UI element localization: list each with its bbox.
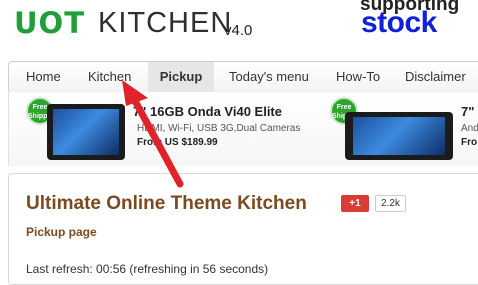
nav-home[interactable]: Home xyxy=(17,62,70,92)
refresh-status: Last refresh: 00:56 (refreshing in 56 se… xyxy=(26,262,269,276)
google-plus-count: 2.2k xyxy=(375,195,406,212)
tablet-image-2 xyxy=(345,112,453,160)
main-nav: Home Kitchen Pickup Today's menu How-To … xyxy=(8,61,478,93)
product1-price: From US $189.99 xyxy=(137,137,218,148)
product1-desc: HDMI, Wi-Fi, USB 3G,Dual Cameras xyxy=(137,123,301,134)
tablet-image-1 xyxy=(47,104,125,160)
page-subtitle: Pickup page xyxy=(26,225,97,239)
product2-title: 7" xyxy=(461,104,475,119)
nav-todays-menu[interactable]: Today's menu xyxy=(220,62,318,92)
nav-how-to[interactable]: How-To xyxy=(327,62,389,92)
ad-stock-text: stock xyxy=(361,6,437,39)
logo-kitchen-text: KITCHEN xyxy=(98,7,233,39)
nav-disclaimer[interactable]: Disclaimer xyxy=(396,62,475,92)
nav-pickup[interactable]: Pickup xyxy=(148,62,214,92)
logo-uot-text: UOT xyxy=(14,6,85,40)
product-banner[interactable]: Free Shipping 7" 16GB Onda Vi40 Elite HD… xyxy=(8,92,478,166)
product2-desc: And xyxy=(461,123,478,134)
product1-title: 7" 16GB Onda Vi40 Elite xyxy=(133,104,282,119)
version-label: v4.0 xyxy=(224,22,253,39)
google-plus-one-button[interactable]: +1 xyxy=(341,195,369,212)
nav-kitchen[interactable]: Kitchen xyxy=(79,62,140,92)
page-title: Ultimate Online Theme Kitchen xyxy=(26,193,307,214)
product2-price: Fro xyxy=(461,137,478,148)
